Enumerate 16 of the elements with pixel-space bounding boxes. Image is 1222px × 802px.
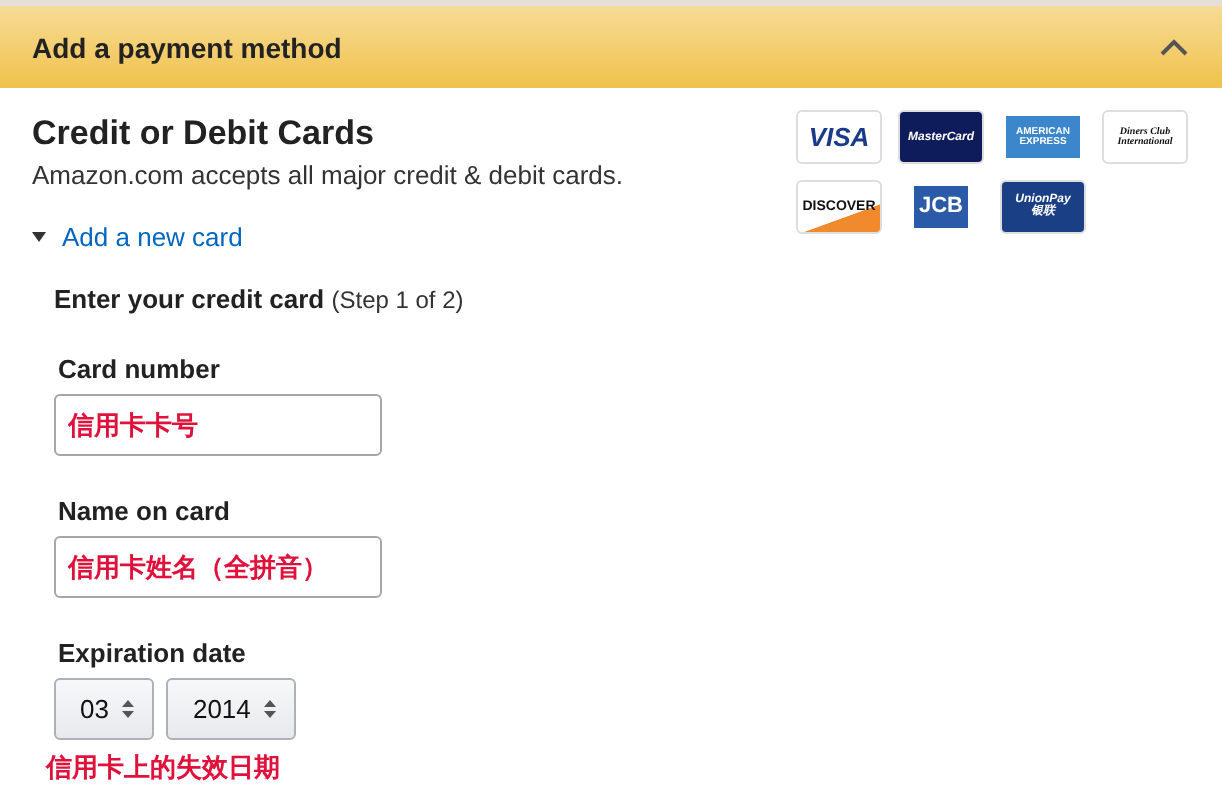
- up-down-icon: [264, 700, 277, 718]
- step-title: Enter your credit card: [54, 284, 325, 314]
- card-logo: VISA: [796, 110, 882, 164]
- field-label: Name on card: [56, 496, 232, 526]
- annotation-text: 信用卡上的失效日期: [46, 750, 282, 786]
- step-note: (Step 1 of 2): [331, 286, 464, 314]
- add-card-link[interactable]: Add a new card: [32, 222, 243, 252]
- chevron-icon[interactable]: [1160, 38, 1188, 56]
- up-down-icon: [122, 700, 135, 718]
- month-select[interactable]: 03: [54, 678, 155, 740]
- field-label: Expiration date: [56, 638, 248, 668]
- field-label: Card number: [56, 354, 222, 384]
- section-subtitle: Amazon.com accepts all major credit & debit cards.: [32, 160, 624, 190]
- panel-title: Add a payment method: [32, 31, 342, 63]
- section-title: Credit or Debit Cards: [32, 114, 376, 154]
- year-select[interactable]: 2014: [166, 678, 297, 740]
